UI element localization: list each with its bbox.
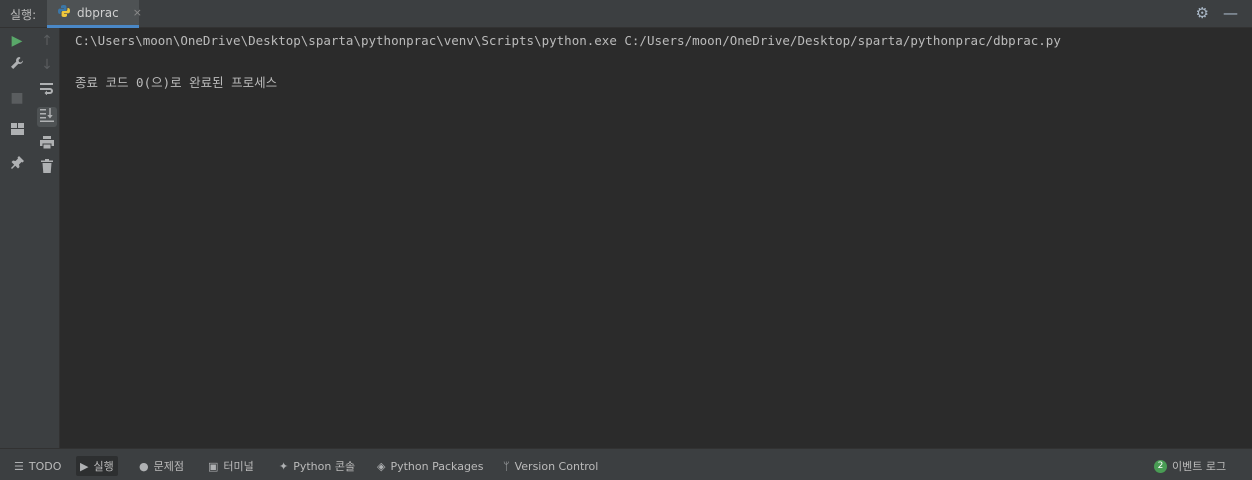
run-label: 실행:: [10, 8, 37, 22]
play-icon: ▶: [80, 459, 89, 473]
run-toolbar-primary: ▶ ■: [0, 28, 34, 448]
tab-label: Python 콘솔: [293, 460, 356, 473]
tab-run[interactable]: ▶ 실행: [76, 456, 118, 476]
stop-icon: ■: [10, 90, 24, 106]
tab-terminal[interactable]: ▣ 터미널: [204, 456, 258, 476]
play-icon: ▶: [11, 33, 23, 49]
tab-label: 문제점: [153, 460, 184, 473]
up-arrow-button[interactable]: ↑: [37, 31, 57, 51]
tab-version-control[interactable]: ᛘ Version Control: [499, 456, 602, 476]
soft-wrap-button[interactable]: [37, 81, 57, 101]
close-icon[interactable]: ×: [133, 6, 142, 19]
event-count-badge: 2: [1154, 459, 1167, 473]
tab-label: Version Control: [514, 459, 599, 473]
layout-icon: [10, 123, 24, 139]
tab-problems[interactable]: ● 문제점: [135, 456, 188, 476]
tab-label: TODO: [28, 459, 62, 473]
python-console-icon: ✦: [279, 459, 289, 473]
arrow-up-icon: ↑: [41, 33, 53, 49]
clear-all-button[interactable]: [37, 158, 57, 178]
run-toolbar-secondary: ↑ ↓: [34, 28, 60, 448]
console-exit-message: 종료 코드 0(으)로 완료된 프로세스: [75, 75, 278, 90]
run-button[interactable]: ▶: [7, 31, 27, 51]
tab-label: 실행: [93, 460, 114, 473]
down-arrow-button[interactable]: ↓: [37, 55, 57, 75]
run-tab-dbprac[interactable]: dbprac ×: [47, 0, 142, 28]
tool-window-bar: ☰ TODO ▶ 실행 ● 문제점 ▣ 터미널 ✦ Python 콘솔 ◈ Py…: [0, 448, 1252, 480]
tab-label: 이벤트 로그: [1172, 460, 1227, 473]
modify-configuration-button[interactable]: [7, 55, 27, 75]
arrow-down-icon: ↓: [41, 57, 53, 73]
python-file-icon: [57, 3, 71, 22]
trash-icon: [41, 159, 53, 177]
problems-icon: ●: [139, 459, 149, 473]
console-command-line: C:\Users\moon\OneDrive\Desktop\sparta\py…: [75, 33, 1061, 48]
tab-label: dbprac: [77, 5, 119, 20]
run-tool-window-header: 실행: dbprac × ⚙ —: [0, 0, 1252, 28]
tab-python-packages[interactable]: ◈ Python Packages: [373, 456, 487, 476]
stop-button[interactable]: ■: [7, 88, 27, 108]
scroll-to-end-button[interactable]: [37, 107, 57, 127]
gear-icon[interactable]: ⚙: [1196, 4, 1209, 22]
tab-python-console[interactable]: ✦ Python 콘솔: [275, 456, 359, 476]
tab-event-log[interactable]: 2 이벤트 로그: [1150, 456, 1230, 476]
branch-icon: ᛘ: [503, 459, 510, 473]
tab-todo[interactable]: ☰ TODO: [10, 456, 65, 476]
soft-wrap-icon: [40, 83, 54, 99]
console-output[interactable]: C:\Users\moon\OneDrive\Desktop\sparta\py…: [61, 28, 1252, 448]
layout-button[interactable]: [7, 121, 27, 141]
pin-button[interactable]: [7, 154, 27, 174]
minimize-icon[interactable]: —: [1223, 4, 1238, 22]
packages-icon: ◈: [377, 459, 386, 473]
list-icon: ☰: [14, 459, 24, 473]
pin-icon: [10, 155, 24, 173]
printer-icon: [40, 135, 54, 153]
wrench-icon: [10, 56, 24, 74]
scroll-to-end-icon: [40, 108, 54, 126]
tab-label: 터미널: [223, 460, 254, 473]
tab-label: Python Packages: [390, 459, 484, 473]
terminal-icon: ▣: [208, 459, 219, 473]
print-button[interactable]: [37, 134, 57, 154]
